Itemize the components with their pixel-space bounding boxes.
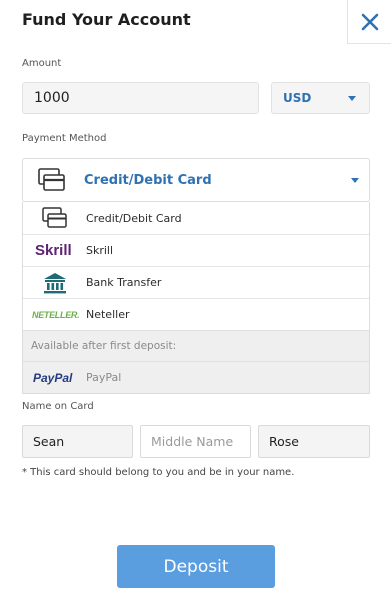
neteller-logo: NETELLER. <box>32 309 80 320</box>
name-on-card-label: Name on Card <box>22 401 94 412</box>
amount-value: 1000 <box>34 90 70 106</box>
option-label: PayPal <box>86 371 122 384</box>
payment-method-dropdown: Credit/Debit Card Skrill Skrill Bank Tra… <box>22 202 370 394</box>
option-credit-debit-card[interactable]: Credit/Debit Card <box>23 202 369 234</box>
option-paypal-disabled: PayPal PayPal <box>23 361 369 393</box>
middle-name-placeholder: Middle Name <box>151 434 234 449</box>
paypal-logo: PayPal <box>33 370 73 385</box>
option-neteller[interactable]: NETELLER. Neteller <box>23 298 369 330</box>
payment-method-label: Payment Method <box>22 133 107 144</box>
payment-method-select[interactable]: Credit/Debit Card <box>22 158 370 202</box>
option-skrill[interactable]: Skrill Skrill <box>23 234 369 266</box>
skrill-logo: Skrill <box>35 242 72 259</box>
page-title: Fund Your Account <box>22 10 191 29</box>
close-icon <box>361 13 378 30</box>
option-bank-transfer[interactable]: Bank Transfer <box>23 266 369 298</box>
option-label: Bank Transfer <box>86 276 162 289</box>
currency-select[interactable]: USD <box>271 82 370 114</box>
first-name-value: Sean <box>33 434 65 449</box>
option-label: Neteller <box>86 308 130 321</box>
amount-label: Amount <box>22 58 62 69</box>
option-label: Skrill <box>86 244 114 257</box>
first-name-field[interactable]: Sean <box>22 425 133 458</box>
payment-method-selected: Credit/Debit Card <box>84 172 212 188</box>
last-name-field[interactable]: Rose <box>258 425 370 458</box>
currency-value: USD <box>283 91 312 105</box>
option-label: Credit/Debit Card <box>86 211 182 225</box>
chevron-down-icon <box>351 178 359 183</box>
deposit-button-label: Deposit <box>163 556 229 577</box>
middle-name-field[interactable]: Middle Name <box>140 425 251 458</box>
credit-card-icon <box>31 206 79 230</box>
bank-icon <box>31 271 79 295</box>
credit-card-icon <box>38 168 66 196</box>
close-button[interactable] <box>347 0 391 44</box>
last-name-value: Rose <box>269 434 299 449</box>
deposit-button[interactable]: Deposit <box>117 545 275 588</box>
amount-input[interactable]: 1000 <box>22 82 259 114</box>
disabled-note: Available after first deposit: <box>23 330 369 361</box>
card-ownership-note: * This card should belong to you and be … <box>22 467 295 478</box>
chevron-down-icon <box>348 96 356 101</box>
